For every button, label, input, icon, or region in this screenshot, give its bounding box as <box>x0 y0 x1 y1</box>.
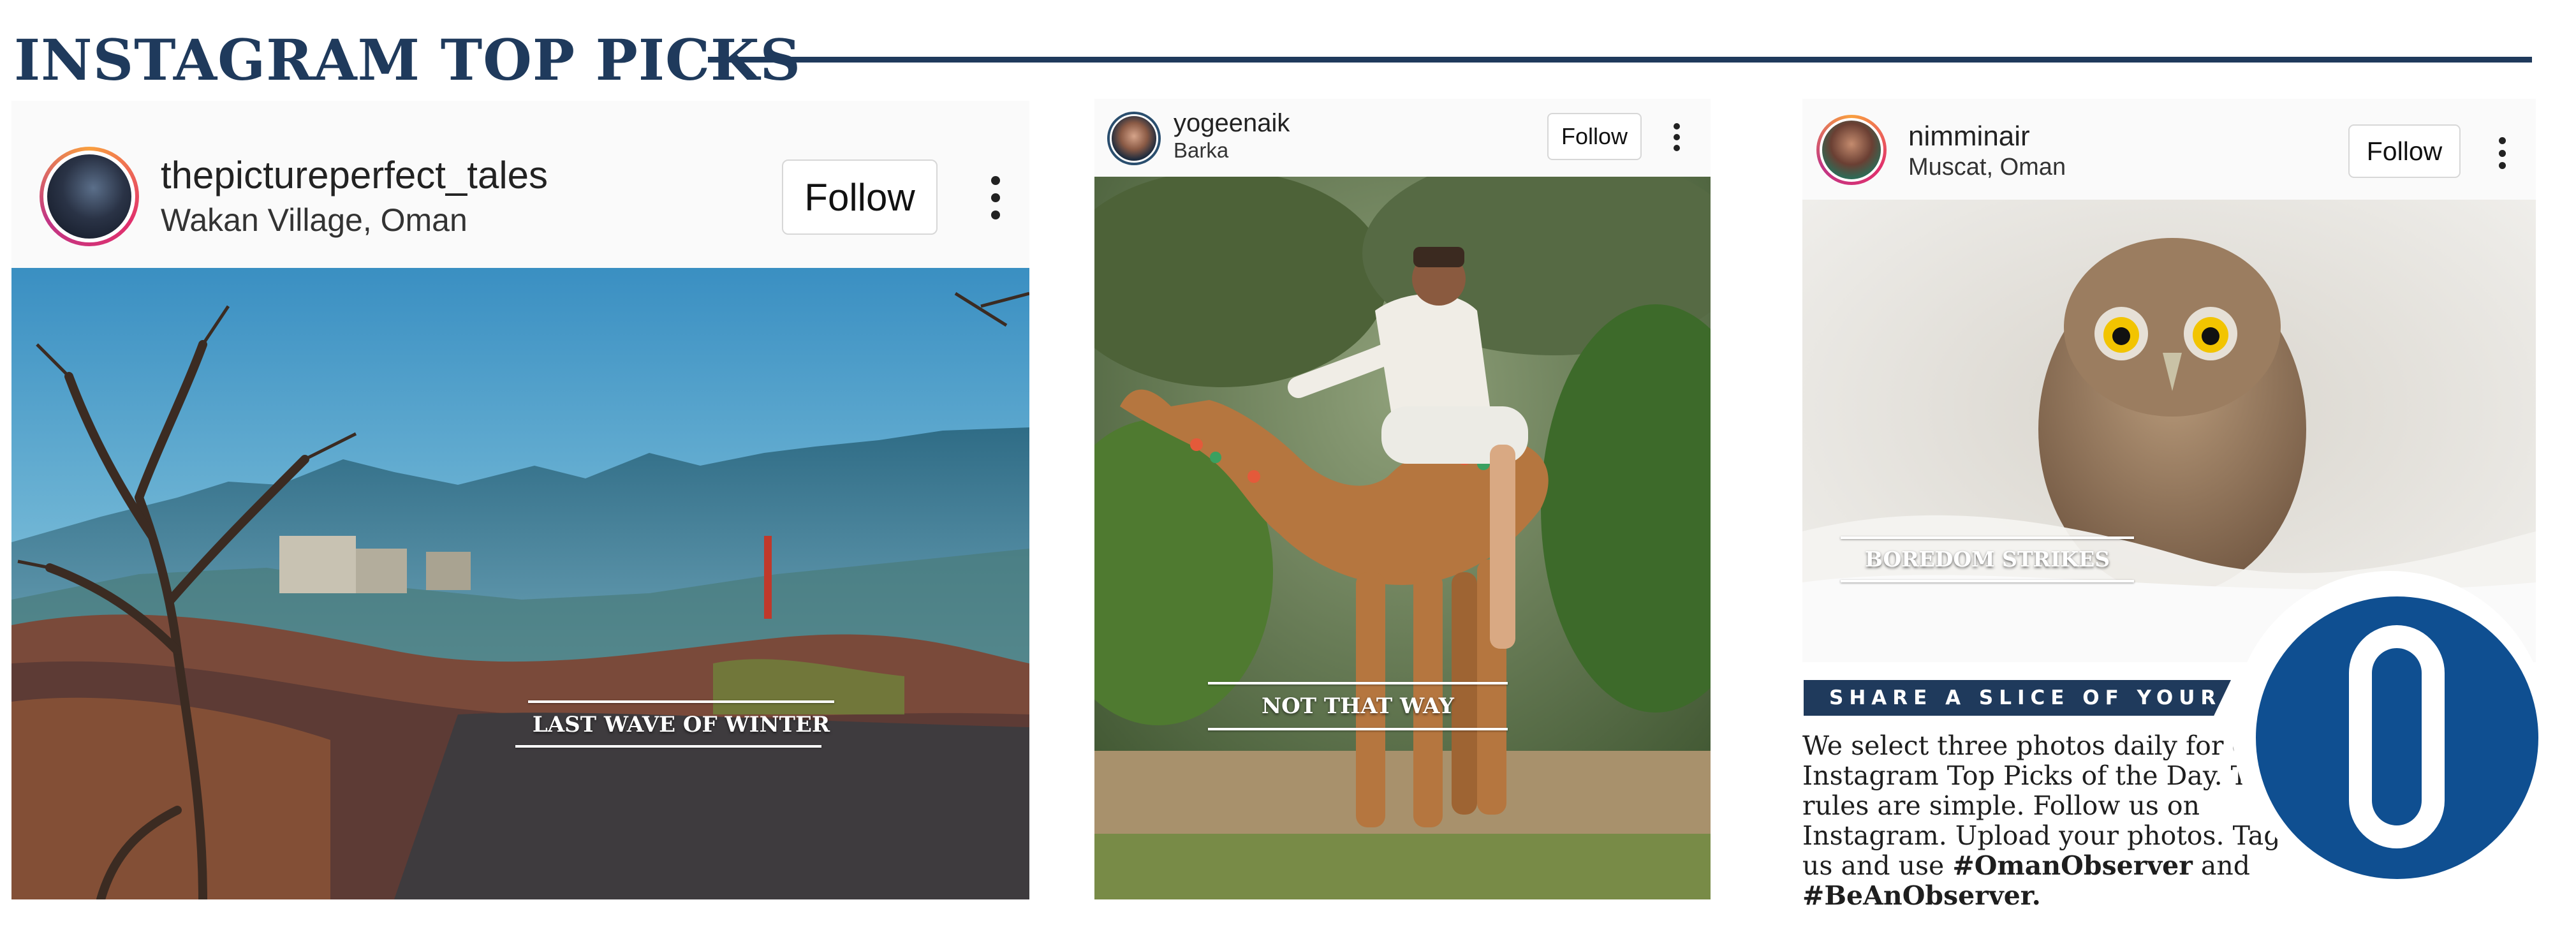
headline-rule <box>708 57 2532 63</box>
page-headline: INSTAGRAM TOP PICKS <box>14 27 802 93</box>
more-options-icon[interactable] <box>991 176 1000 219</box>
more-options-icon[interactable] <box>2499 137 2506 169</box>
username[interactable]: nimminair <box>1908 121 2030 152</box>
username[interactable]: yogeenaik <box>1174 109 1290 138</box>
post-header: nimminair Muscat, Oman Follow <box>1802 99 2536 200</box>
promo-text: We select three photos daily for our Ins… <box>1802 731 2300 911</box>
follow-button[interactable]: Follow <box>1547 113 1642 160</box>
photo-caption: LAST WAVE OF WINTER <box>532 712 830 737</box>
follow-button[interactable]: Follow <box>782 159 938 235</box>
caption-line-top <box>528 700 834 703</box>
caption-line-bottom <box>515 745 821 748</box>
promo-text-and: and <box>2192 850 2250 881</box>
instagram-post-2: yogeenaik Barka Follow NOT THAT WAY <box>1094 99 1711 899</box>
caption-line-bottom <box>1841 580 2134 582</box>
landscape-photo <box>11 268 1029 899</box>
avatar[interactable] <box>40 147 139 246</box>
caption-line-bottom <box>1208 728 1508 730</box>
camel-rider-photo <box>1094 177 1711 899</box>
instagram-post-1: thepictureperfect_tales Wakan Village, O… <box>11 101 1029 899</box>
avatar[interactable] <box>1107 112 1161 165</box>
caption-line-top <box>1841 536 2134 539</box>
hashtag-omanobserver[interactable]: #OmanObserver <box>1952 850 2193 881</box>
location[interactable]: Wakan Village, Oman <box>161 202 467 239</box>
post-photo: LAST WAVE OF WINTER <box>11 268 1029 899</box>
share-banner: SHARE A SLICE OF YOUR LIFE <box>1804 680 2231 716</box>
oman-observer-logo <box>2256 596 2538 879</box>
post-header: yogeenaik Barka Follow <box>1094 99 1711 177</box>
avatar[interactable] <box>1816 115 1887 185</box>
post-photo: NOT THAT WAY <box>1094 177 1711 899</box>
photo-caption: BOREDOM STRIKES <box>1864 547 2110 572</box>
location[interactable]: Barka <box>1174 138 1228 163</box>
username[interactable]: thepictureperfect_tales <box>161 153 548 197</box>
hashtag-beanobserver[interactable]: #BeAnObserver <box>1802 880 2032 911</box>
location[interactable]: Muscat, Oman <box>1908 154 2066 181</box>
photo-caption: NOT THAT WAY <box>1262 693 1454 719</box>
post-header: thepictureperfect_tales Wakan Village, O… <box>11 101 1029 268</box>
promo-text-end: . <box>2031 880 2041 911</box>
more-options-icon[interactable] <box>1674 123 1680 151</box>
logo-letter-o-shape <box>2349 625 2445 848</box>
follow-button[interactable]: Follow <box>2348 124 2461 178</box>
caption-line-top <box>1208 682 1508 684</box>
